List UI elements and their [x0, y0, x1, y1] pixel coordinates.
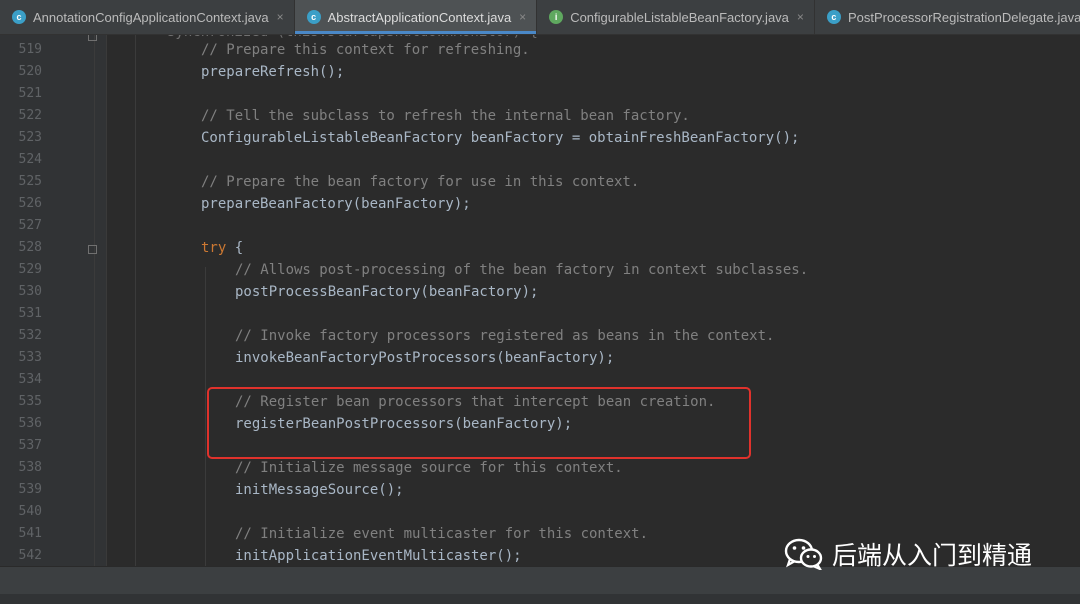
code-line: // Allows post-processing of the bean fa… — [235, 259, 808, 281]
close-icon[interactable]: × — [797, 10, 804, 24]
code-text: initApplicationEventMulticaster(); — [235, 548, 522, 564]
line-number: 527 — [18, 218, 42, 233]
line-number: 531 — [18, 306, 42, 321]
code-comment: // Tell the subclass to refresh the inte… — [201, 108, 690, 124]
close-icon[interactable]: × — [277, 10, 284, 24]
line-number: 535 — [18, 394, 42, 409]
line-number: 539 — [18, 482, 42, 497]
line-number: 538 — [18, 460, 42, 475]
code-text: initMessageSource(); — [235, 482, 404, 498]
code-line: // Prepare this context for refreshing. — [201, 39, 530, 61]
wechat-icon — [784, 538, 823, 570]
code-text: ConfigurableListableBeanFactory beanFact… — [201, 130, 800, 146]
indent-guide — [135, 35, 136, 566]
line-number: 524 — [18, 152, 42, 167]
watermark-text: 后端从入门到精通 — [832, 541, 1033, 570]
code-line: // Tell the subclass to refresh the inte… — [201, 105, 690, 127]
tab-0[interactable]: c AnnotationConfigApplicationContext.java… — [0, 0, 295, 34]
code-comment: // Invoke factory processors registered … — [235, 328, 775, 344]
highlight-annotation-box — [207, 387, 751, 459]
code-text: { — [226, 240, 244, 256]
code-line: initMessageSource(); — [235, 479, 404, 501]
code-line: prepareBeanFactory(beanFactory); — [201, 193, 471, 215]
code-text: prepareRefresh(); — [201, 64, 345, 80]
tab-label: AbstractApplicationContext.java — [327, 9, 512, 25]
line-number-gutter: 519 520 521 522 523 524 525 526 527 528 529 530 531 5… — [0, 35, 107, 566]
indent-guide — [94, 35, 95, 566]
code-text: postProcessBeanFactory(beanFactory); — [235, 284, 539, 300]
class-file-icon: c — [12, 10, 26, 24]
line-number: 530 — [18, 284, 42, 299]
line-number: 526 — [18, 196, 42, 211]
code-comment: // Prepare the bean factory for use in t… — [201, 174, 640, 190]
tab-1[interactable]: c AbstractApplicationContext.java × — [294, 0, 538, 34]
code-line: try { — [201, 237, 243, 259]
line-number: 533 — [18, 350, 42, 365]
line-number: 532 — [18, 328, 42, 343]
watermark: 后端从入门到精通 — [784, 536, 1032, 572]
code-line: postProcessBeanFactory(beanFactory); — [235, 281, 538, 303]
code-editor[interactable]: 519 520 521 522 523 524 525 526 527 528 529 530 531 5… — [0, 35, 1080, 566]
class-file-icon: c — [306, 10, 321, 24]
code-text: invokeBeanFactoryPostProcessors(beanFact… — [235, 350, 615, 366]
tab-label: ConfigurableListableBeanFactory.java — [570, 9, 789, 25]
code-line: prepareRefresh(); — [201, 61, 344, 83]
code-comment: // Initialize message source for this co… — [235, 460, 623, 476]
line-number: 528 — [18, 240, 42, 255]
code-line: // Initialize event multicaster for this… — [235, 523, 648, 545]
close-icon[interactable]: × — [519, 10, 526, 24]
code-comment: // Initialize event multicaster for this… — [235, 526, 649, 542]
line-number: 529 — [18, 262, 42, 277]
line-number: 522 — [18, 108, 42, 123]
code-comment: // Prepare this context for refreshing. — [201, 42, 530, 58]
line-number: 534 — [18, 372, 42, 387]
line-number: 523 — [18, 130, 42, 145]
line-number: 537 — [18, 438, 42, 453]
fold-marker[interactable] — [88, 245, 97, 254]
tab-2[interactable]: i ConfigurableListableBeanFactory.java × — [537, 0, 815, 34]
indent-guide — [205, 267, 206, 566]
interface-file-icon: i — [549, 10, 564, 24]
tab-3[interactable]: cPostProcessorRegistrationDelegate.java× — [815, 0, 1080, 34]
line-number: 525 — [18, 174, 42, 189]
line-number: 542 — [18, 548, 42, 563]
code-line: ConfigurableListableBeanFactory beanFact… — [201, 127, 799, 149]
code-comment: // Allows post-processing of the bean fa… — [235, 262, 809, 278]
line-number: 536 — [18, 416, 42, 431]
editor-tab-bar: c AnnotationConfigApplicationContext.java… — [0, 0, 1080, 35]
line-number: 519 — [18, 42, 42, 57]
tab-label: PostProcessorRegistrationDelegate.java — [847, 9, 1080, 25]
code-line: // Invoke factory processors registered … — [235, 325, 774, 347]
line-number: 520 — [18, 64, 42, 79]
line-number: 541 — [18, 526, 42, 541]
code-line: // Initialize message source for this co… — [235, 457, 623, 479]
class-file-icon: c — [826, 10, 841, 24]
code-keyword: try — [201, 240, 227, 256]
tab-label: AnnotationConfigApplicationContext.java — [33, 9, 269, 25]
code-line: // Prepare the bean factory for use in t… — [201, 171, 639, 193]
line-number: 540 — [18, 504, 42, 519]
fold-marker[interactable] — [88, 35, 97, 41]
code-line: initApplicationEventMulticaster(); — [235, 545, 522, 566]
code-line: invokeBeanFactoryPostProcessors(beanFact… — [235, 347, 614, 369]
line-number: 521 — [18, 86, 42, 101]
code-text: prepareBeanFactory(beanFactory); — [201, 196, 471, 212]
